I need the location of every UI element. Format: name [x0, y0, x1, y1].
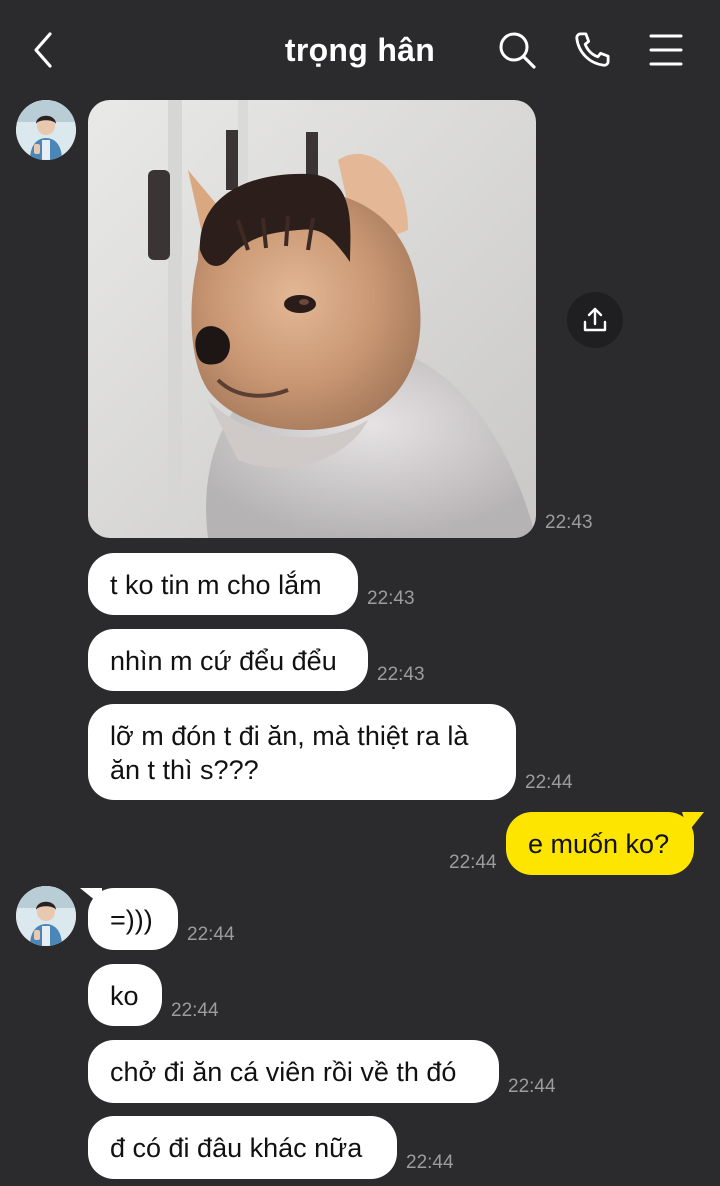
photo-message[interactable] — [88, 100, 536, 538]
message-bubble[interactable]: =))) — [88, 888, 178, 950]
message-time: 22:44 — [171, 1000, 219, 1021]
message-time: 22:44 — [508, 1076, 556, 1097]
message-time: 22:44 — [187, 924, 235, 945]
message-text: đ có đi đâu khác nữa — [110, 1133, 363, 1163]
my-message-bubble[interactable]: e muốn ko? — [506, 812, 694, 875]
message-bubble[interactable]: lỡ m đón t đi ăn, mà thiệt ra là ăn t th… — [88, 704, 516, 800]
chat-header: trọng hân — [0, 0, 720, 100]
phone-icon — [575, 32, 610, 67]
avatar[interactable] — [16, 886, 76, 946]
menu-button[interactable] — [644, 28, 688, 72]
message-bubble[interactable]: đ có đi đâu khác nữa — [88, 1116, 397, 1179]
share-icon — [583, 307, 607, 332]
message-bubble[interactable]: t ko tin m cho lắm — [88, 553, 358, 615]
profile-photo — [16, 100, 76, 160]
avatar[interactable] — [16, 100, 76, 160]
message-time: 22:43 — [545, 512, 593, 533]
message-time: 22:43 — [367, 588, 415, 609]
message-text: ko — [110, 981, 139, 1011]
message-time: 22:44 — [525, 772, 573, 793]
message-time: 22:44 — [449, 852, 497, 873]
message-text: lỡ m đón t đi ăn, mà thiệt ra là ăn t th… — [110, 721, 469, 785]
message-text: nhìn m cứ đểu đểu — [110, 646, 337, 676]
share-button[interactable] — [567, 292, 623, 348]
menu-icon — [649, 34, 683, 66]
call-button[interactable] — [570, 28, 614, 72]
profile-photo — [16, 886, 76, 946]
search-button[interactable] — [495, 28, 539, 72]
message-bubble[interactable]: nhìn m cứ đểu đểu — [88, 629, 368, 691]
message-time: 22:44 — [406, 1152, 454, 1173]
message-text: chở đi ăn cá viên rồi về th đó — [110, 1057, 457, 1087]
message-text: t ko tin m cho lắm — [110, 570, 322, 600]
message-time: 22:43 — [377, 664, 425, 685]
message-text: =))) — [110, 905, 153, 935]
bubble-tail — [682, 812, 704, 832]
dog-with-wig-photo — [88, 100, 536, 538]
search-icon — [499, 32, 536, 69]
message-bubble[interactable]: ko — [88, 964, 162, 1026]
message-bubble[interactable]: chở đi ăn cá viên rồi về th đó — [88, 1040, 499, 1103]
message-text: e muốn ko? — [528, 829, 670, 859]
